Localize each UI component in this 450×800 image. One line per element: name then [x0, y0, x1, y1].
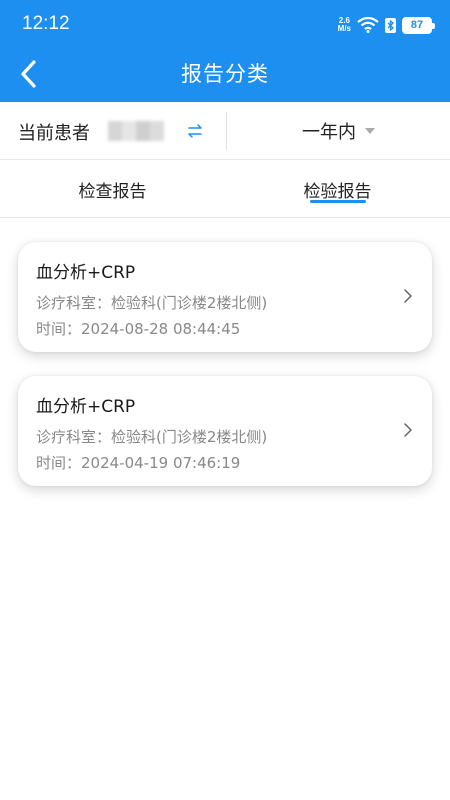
chevron-right-icon [404, 423, 412, 437]
nav-bar: 报告分类 [0, 48, 450, 102]
report-time: 时间：2024-04-19 07:46:19 [36, 454, 241, 472]
battery-level: 87 [410, 18, 424, 31]
status-time: 12:12 [22, 13, 70, 34]
network-speed: 2.6 M/s [338, 17, 351, 33]
report-card[interactable]: 血分析+CRP 诊疗科室：检验科(门诊楼2楼北侧) 时间：2024-08-28 … [18, 242, 432, 352]
report-title: 血分析+CRP [36, 397, 136, 417]
tab-lab-report-label: 检验报告 [303, 181, 372, 202]
wifi-icon [357, 17, 379, 33]
report-tabs: 检查报告 检验报告 [0, 160, 450, 218]
battery-icon: 87 [402, 16, 435, 34]
caret-down-icon [365, 128, 375, 134]
status-bar: 12:12 2.6 M/s 87 [0, 0, 450, 48]
filter-row: 当前患者 一年内 [0, 102, 450, 160]
report-title: 血分析+CRP [36, 263, 136, 283]
chevron-right-icon [404, 289, 412, 303]
time-range-select[interactable]: 一年内 [228, 102, 450, 160]
time-range-value: 一年内 [302, 122, 356, 143]
report-list: 血分析+CRP 诊疗科室：检验科(门诊楼2楼北侧) 时间：2024-08-28 … [0, 219, 450, 800]
network-speed-unit: M/s [337, 24, 351, 33]
tab-exam-report-label: 检查报告 [78, 181, 147, 202]
current-patient-label: 当前患者 [18, 123, 90, 144]
report-department: 诊疗科室：检验科(门诊楼2楼北侧) [36, 428, 268, 446]
report-card[interactable]: 血分析+CRP 诊疗科室：检验科(门诊楼2楼北侧) 时间：2024-04-19 … [18, 376, 432, 486]
patient-name-redacted [108, 121, 164, 141]
tab-lab-report[interactable]: 检验报告 [225, 160, 450, 218]
bluetooth-icon [385, 17, 396, 33]
report-department: 诊疗科室：检验科(门诊楼2楼北侧) [36, 294, 268, 312]
report-time: 时间：2024-08-28 08:44:45 [36, 320, 241, 338]
tab-exam-report[interactable]: 检查报告 [0, 160, 225, 218]
page-title: 报告分类 [181, 62, 269, 86]
switch-arrows-icon[interactable] [184, 120, 206, 142]
status-icons: 2.6 M/s 87 [338, 14, 435, 36]
filter-divider [226, 112, 227, 150]
active-tab-indicator [310, 200, 366, 203]
app-header: 12:12 2.6 M/s 87 报告分类 [0, 0, 450, 102]
